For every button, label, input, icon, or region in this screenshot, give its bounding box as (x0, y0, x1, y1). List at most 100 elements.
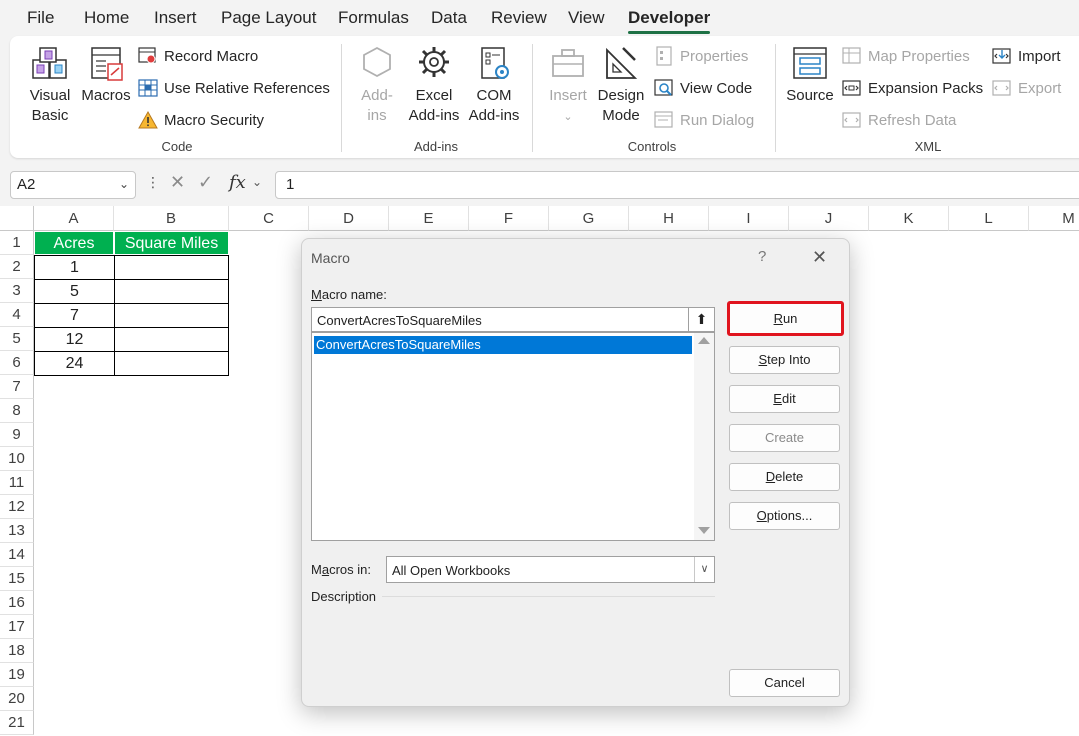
column-header-e[interactable]: E (389, 206, 469, 231)
use-relative-references-button[interactable]: Use Relative References (138, 76, 330, 100)
row-header[interactable]: 12 (0, 495, 34, 519)
tab-file[interactable]: File (27, 8, 54, 28)
column-header-c[interactable]: C (229, 206, 309, 231)
row-header[interactable]: 9 (0, 423, 34, 447)
cancel-icon[interactable]: ✕ (170, 172, 185, 193)
tab-view[interactable]: View (568, 8, 605, 28)
row-header[interactable]: 11 (0, 471, 34, 495)
row-header[interactable]: 14 (0, 543, 34, 567)
step-into-button[interactable]: Step Into (729, 346, 840, 374)
excel-addins-button[interactable]: Excel Add-ins (404, 44, 464, 126)
properties-button[interactable]: Properties (654, 44, 748, 68)
scroll-down-icon[interactable] (698, 527, 710, 534)
column-header-l[interactable]: L (949, 206, 1029, 231)
row-header[interactable]: 21 (0, 711, 34, 735)
cancel-button[interactable]: Cancel (729, 669, 840, 697)
help-icon[interactable]: ? (758, 248, 766, 265)
name-box[interactable]: A2 ⌄ (10, 171, 136, 199)
column-header-f[interactable]: F (469, 206, 549, 231)
table-cell-acres[interactable]: 1 (34, 255, 115, 280)
more-options-icon[interactable]: ⋮ (146, 174, 160, 191)
run-dialog-button[interactable]: Run Dialog (654, 108, 754, 132)
header-cell-acres[interactable]: Acres (34, 231, 114, 255)
row-header[interactable]: 20 (0, 687, 34, 711)
row-header[interactable]: 6 (0, 351, 34, 375)
column-header-j[interactable]: J (789, 206, 869, 231)
table-cell-square-miles[interactable] (114, 279, 229, 304)
tab-developer[interactable]: Developer (628, 8, 711, 34)
run-button[interactable]: Run (727, 301, 844, 336)
tab-data[interactable]: Data (431, 8, 467, 28)
macros-in-select[interactable]: All Open Workbooks ∨ (386, 556, 715, 583)
row-header[interactable]: 19 (0, 663, 34, 687)
tab-home[interactable]: Home (84, 8, 129, 28)
options-button[interactable]: Options... (729, 502, 840, 530)
design-mode-button[interactable]: Design Mode (596, 44, 646, 126)
import-button[interactable]: Import (992, 44, 1061, 68)
create-button[interactable]: Create (729, 424, 840, 452)
macro-list[interactable]: ConvertAcresToSquareMiles (311, 332, 715, 541)
column-header-a[interactable]: A (34, 206, 114, 231)
macros-button[interactable]: Macros (80, 44, 132, 106)
row-header[interactable]: 7 (0, 375, 34, 399)
row-header[interactable]: 1 (0, 231, 34, 255)
table-cell-acres[interactable]: 5 (34, 279, 115, 304)
tab-page-layout[interactable]: Page Layout (221, 8, 316, 28)
table-cell-square-miles[interactable] (114, 255, 229, 280)
tab-formulas[interactable]: Formulas (338, 8, 409, 28)
row-header[interactable]: 10 (0, 447, 34, 471)
tab-review[interactable]: Review (491, 8, 547, 28)
row-header[interactable]: 13 (0, 519, 34, 543)
column-header-g[interactable]: G (549, 206, 629, 231)
row-header[interactable]: 17 (0, 615, 34, 639)
table-cell-acres[interactable]: 12 (34, 327, 115, 352)
formula-input[interactable]: 1 (275, 171, 1079, 199)
com-addins-button[interactable]: COM Add-ins (464, 44, 524, 126)
record-macro-button[interactable]: Record Macro (138, 44, 258, 68)
insert-function-icon[interactable]: fx (229, 172, 246, 193)
table-cell-acres[interactable]: 24 (34, 351, 115, 376)
column-header-k[interactable]: K (869, 206, 949, 231)
tab-insert[interactable]: Insert (154, 8, 197, 28)
select-all-corner[interactable] (0, 206, 34, 231)
chevron-down-icon[interactable]: ∨ (694, 557, 714, 582)
delete-button[interactable]: Delete (729, 463, 840, 491)
row-header[interactable]: 16 (0, 591, 34, 615)
visual-basic-button[interactable]: Visual Basic (26, 44, 74, 126)
view-code-button[interactable]: View Code (654, 76, 752, 100)
enter-icon[interactable]: ✓ (198, 172, 213, 193)
chevron-down-icon[interactable]: ⌄ (252, 175, 262, 189)
row-header[interactable]: 18 (0, 639, 34, 663)
upload-arrow-icon[interactable]: ⬆ (688, 308, 714, 331)
expansion-packs-button[interactable]: Expansion Packs (842, 76, 983, 100)
column-header-h[interactable]: H (629, 206, 709, 231)
column-header-b[interactable]: B (114, 206, 229, 231)
insert-control-button[interactable]: Insert ⌄ (546, 44, 590, 127)
row-header[interactable]: 8 (0, 399, 34, 423)
edit-button[interactable]: Edit (729, 385, 840, 413)
table-cell-square-miles[interactable] (114, 303, 229, 328)
macro-security-button[interactable]: Macro Security (138, 108, 264, 132)
source-button[interactable]: Source (786, 44, 834, 106)
export-button[interactable]: Export (992, 76, 1061, 100)
table-cell-square-miles[interactable] (114, 351, 229, 376)
scroll-up-icon[interactable] (698, 337, 710, 344)
column-header-m[interactable]: M (1029, 206, 1079, 231)
row-header[interactable]: 4 (0, 303, 34, 327)
refresh-data-button[interactable]: Refresh Data (842, 108, 956, 132)
chevron-down-icon[interactable]: ⌄ (119, 177, 129, 191)
list-scrollbar[interactable] (694, 333, 714, 540)
row-header[interactable]: 5 (0, 327, 34, 351)
table-cell-square-miles[interactable] (114, 327, 229, 352)
macro-name-input[interactable]: ConvertAcresToSquareMiles ⬆ (311, 307, 715, 332)
addins-button[interactable]: Add- ins (356, 44, 398, 126)
close-icon[interactable]: ✕ (812, 247, 827, 268)
row-header[interactable]: 3 (0, 279, 34, 303)
row-header[interactable]: 15 (0, 567, 34, 591)
map-properties-button[interactable]: Map Properties (842, 44, 970, 68)
table-cell-acres[interactable]: 7 (34, 303, 115, 328)
column-header-d[interactable]: D (309, 206, 389, 231)
header-cell-square-miles[interactable]: Square Miles (114, 231, 229, 255)
row-header[interactable]: 2 (0, 255, 34, 279)
column-header-i[interactable]: I (709, 206, 789, 231)
